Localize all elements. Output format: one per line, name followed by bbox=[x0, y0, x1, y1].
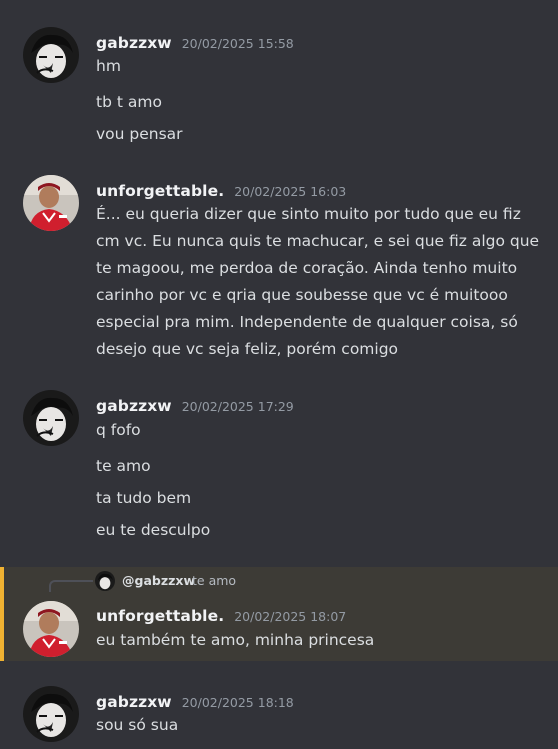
timestamp: 20/02/2025 18:18 bbox=[181, 695, 294, 710]
message-text: É... eu queria dizer que sinto muito por… bbox=[96, 205, 521, 223]
author-name[interactable]: gabzzxw bbox=[96, 693, 172, 711]
red-jersey-photo-avatar-icon[interactable] bbox=[23, 601, 79, 657]
timestamp: 20/02/2025 15:58 bbox=[181, 36, 294, 51]
message-text: sou só sua bbox=[96, 716, 179, 734]
message-text: ta tudo bem bbox=[96, 489, 192, 507]
message-text: cm vc. Eu nunca quis te machucar, e sei … bbox=[96, 232, 540, 250]
author-name[interactable]: gabzzxw bbox=[96, 34, 172, 52]
timestamp: 20/02/2025 16:03 bbox=[234, 184, 347, 199]
timestamp: 20/02/2025 17:29 bbox=[181, 399, 294, 414]
message-text: te amo bbox=[96, 457, 151, 475]
reply-avatar-icon[interactable] bbox=[95, 571, 115, 591]
message-text: tb t amo bbox=[96, 93, 162, 111]
author-name[interactable]: gabzzxw bbox=[96, 397, 172, 415]
message-text: hm bbox=[96, 57, 121, 75]
reply-preview-text[interactable]: te amo bbox=[192, 573, 236, 588]
bw-illustrated-avatar-icon[interactable] bbox=[23, 686, 79, 742]
author-name[interactable]: unforgettable. bbox=[96, 182, 224, 200]
red-jersey-photo-avatar-icon[interactable] bbox=[23, 175, 79, 231]
message-text: especial pra mim. Independente de qualqu… bbox=[96, 313, 518, 331]
message-text: desejo que vc seja feliz, porém comigo bbox=[96, 340, 399, 358]
message-text: carinho por vc e qria que soubesse que v… bbox=[96, 286, 508, 304]
message-text: q fofo bbox=[96, 421, 141, 439]
bw-illustrated-avatar-icon[interactable] bbox=[23, 27, 79, 83]
reply-author[interactable]: @gabzzxw bbox=[122, 573, 195, 588]
message-text: vou pensar bbox=[96, 125, 183, 143]
message-text: eu também te amo, minha princesa bbox=[96, 631, 375, 649]
author-name[interactable]: unforgettable. bbox=[96, 607, 224, 625]
timestamp: 20/02/2025 18:07 bbox=[234, 609, 347, 624]
message-text: eu te desculpo bbox=[96, 521, 211, 539]
message-text: te magoou, me perdoa de coração. Ainda t… bbox=[96, 259, 518, 277]
reply-connector bbox=[49, 580, 93, 592]
bw-illustrated-avatar-icon[interactable] bbox=[23, 390, 79, 446]
